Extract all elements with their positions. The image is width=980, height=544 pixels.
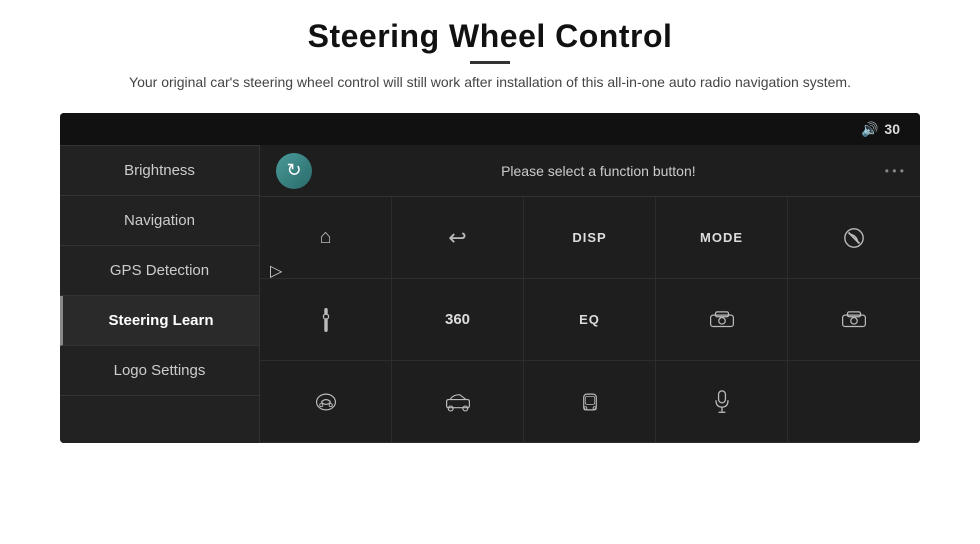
disp-label: DISP xyxy=(572,230,606,245)
mode-label: MODE xyxy=(700,230,743,245)
page-container: Steering Wheel Control Your original car… xyxy=(0,0,980,544)
volume-number: 30 xyxy=(884,121,900,137)
btn-phone-off[interactable] xyxy=(788,197,920,279)
adjust-icon xyxy=(316,308,336,332)
btn-car-camera2[interactable] xyxy=(788,279,920,361)
btn-car-side[interactable] xyxy=(392,361,524,443)
btn-disp[interactable]: DISP xyxy=(524,197,656,279)
screen-body: Brightness Navigation GPS Detection Stee… xyxy=(60,145,920,443)
screen-topbar: 🔊 30 xyxy=(60,113,920,145)
btn-eq[interactable]: EQ xyxy=(524,279,656,361)
btn-empty xyxy=(788,361,920,443)
function-prompt-text: Please select a function button! xyxy=(328,163,869,179)
microphone-icon xyxy=(713,390,731,414)
car-side-icon xyxy=(445,392,471,412)
car-top-icon xyxy=(579,391,601,413)
car-front-icon xyxy=(315,391,337,413)
volume-icon: 🔊 xyxy=(861,121,878,138)
title-divider xyxy=(470,61,510,64)
btn-car-camera1[interactable] xyxy=(656,279,788,361)
title-section: Steering Wheel Control Your original car… xyxy=(129,18,851,107)
sidebar-menu: Brightness Navigation GPS Detection Stee… xyxy=(60,145,260,443)
page-subtitle: Your original car's steering wheel contr… xyxy=(129,72,851,93)
car-camera1-icon xyxy=(709,310,735,330)
car-camera2-icon xyxy=(841,310,867,330)
sync-icon: ↻ xyxy=(286,160,301,181)
car-screen: 🔊 30 Brightness Navigation GPS Detection… xyxy=(60,113,920,443)
home-icon: ⌂ xyxy=(319,226,331,249)
btn-home[interactable]: ⌂ xyxy=(260,197,392,279)
btn-adjust[interactable] xyxy=(260,279,392,361)
sidebar-item-steering-learn[interactable]: Steering Learn xyxy=(60,296,259,346)
sidebar-item-navigation[interactable]: Navigation xyxy=(60,196,259,246)
btn-car-front[interactable] xyxy=(260,361,392,443)
sidebar-item-gps-detection[interactable]: GPS Detection xyxy=(60,246,259,296)
main-content: ↻ Please select a function button! • • •… xyxy=(260,145,920,443)
sync-button[interactable]: ↻ xyxy=(276,153,312,189)
top-right-indicator: • • • xyxy=(885,164,904,178)
sidebar-item-brightness[interactable]: Brightness xyxy=(60,145,259,196)
phone-off-icon xyxy=(843,227,865,249)
eq-label: EQ xyxy=(579,312,600,327)
btn-mode[interactable]: MODE xyxy=(656,197,788,279)
btn-back[interactable]: ↩ xyxy=(392,197,524,279)
page-title: Steering Wheel Control xyxy=(129,18,851,55)
btn-360[interactable]: 360 xyxy=(392,279,524,361)
btn-microphone[interactable] xyxy=(656,361,788,443)
btn-car-top[interactable] xyxy=(524,361,656,443)
buttons-grid: ⌂ ↩ DISP MODE xyxy=(260,197,920,443)
sidebar-item-logo-settings[interactable]: Logo Settings xyxy=(60,346,259,396)
function-bar: ↻ Please select a function button! • • • xyxy=(260,145,920,197)
360-label: 360 xyxy=(445,311,470,328)
back-icon: ↩ xyxy=(448,225,466,251)
